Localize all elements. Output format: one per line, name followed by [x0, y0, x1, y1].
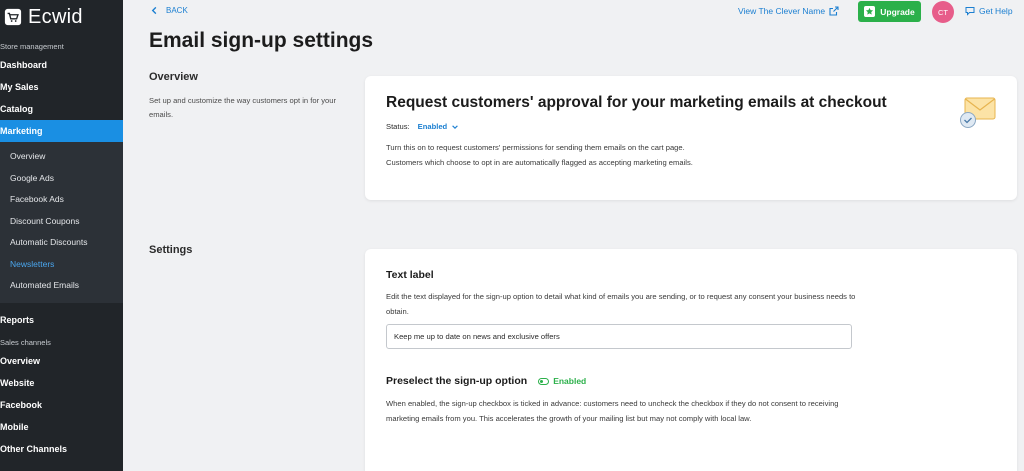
sidebar-channel-overview[interactable]: Overview	[0, 350, 123, 372]
sidebar-sub-overview[interactable]: Overview	[0, 146, 123, 168]
card-description: Turn this on to request customers' permi…	[386, 140, 693, 170]
preselect-state: Enabled	[553, 376, 587, 386]
cart-logo-icon	[4, 8, 22, 26]
preselect-description: When enabled, the sign-up checkbox is ti…	[386, 399, 839, 423]
status-label: Status:	[386, 122, 410, 131]
sidebar-sub-automated-emails[interactable]: Automated Emails	[0, 275, 123, 297]
sidebar-item-catalog[interactable]: Catalog	[0, 98, 123, 120]
sidebar: Ecwid Store management Dashboard My Sale…	[0, 0, 123, 471]
overview-card: Request customers' approval for your mar…	[365, 76, 1017, 200]
envelope-check-icon	[960, 97, 996, 128]
get-help-label: Get Help	[979, 6, 1013, 16]
settings-card: Text label Edit the text displayed for t…	[365, 249, 1017, 471]
logo[interactable]: Ecwid	[0, 0, 123, 34]
sidebar-sub-newsletters[interactable]: Newsletters	[0, 254, 123, 276]
view-store-link[interactable]: View The Clever Name	[738, 6, 839, 16]
store-management-section: Store management	[0, 42, 64, 51]
chevron-down-icon	[452, 124, 458, 129]
sidebar-channel-facebook[interactable]: Facebook	[0, 394, 123, 416]
avatar[interactable]: CT	[932, 1, 954, 23]
external-link-icon	[829, 6, 839, 16]
sidebar-item-my-sales[interactable]: My Sales	[0, 76, 123, 98]
status-value: Enabled	[417, 122, 448, 131]
sidebar-sub-facebook-ads[interactable]: Facebook Ads	[0, 189, 123, 211]
upgrade-label: Upgrade	[880, 6, 915, 17]
sidebar-item-reports[interactable]: Reports	[0, 309, 123, 331]
star-icon	[864, 6, 876, 17]
page-title: Email sign-up settings	[149, 29, 374, 52]
chat-bubble-icon	[965, 7, 975, 16]
overview-heading: Overview	[149, 71, 198, 83]
sidebar-item-marketing[interactable]: Marketing	[0, 120, 123, 142]
sales-channels-section: Sales channels	[0, 337, 51, 347]
logo-text: Ecwid	[28, 5, 83, 28]
get-help-link[interactable]: Get Help	[965, 6, 1013, 16]
upgrade-button[interactable]: Upgrade	[858, 1, 921, 22]
view-store-label: View The Clever Name	[738, 6, 826, 16]
settings-heading: Settings	[149, 244, 193, 256]
status-row: Status: Enabled	[386, 122, 459, 131]
sidebar-channel-website[interactable]: Website	[0, 372, 123, 394]
sidebar-sub-discount-coupons[interactable]: Discount Coupons	[0, 211, 123, 233]
preselect-toggle[interactable]: Enabled	[538, 376, 586, 386]
sidebar-sub-google-ads[interactable]: Google Ads	[0, 168, 123, 190]
sidebar-item-dashboard[interactable]: Dashboard	[0, 54, 123, 76]
sidebar-channel-other[interactable]: Other Channels	[0, 438, 123, 460]
card-title: Request customers' approval for your mar…	[386, 94, 887, 111]
preselect-row: Preselect the sign-up option Enabled	[386, 375, 586, 387]
marketing-subnav: Overview Google Ads Facebook Ads Discoun…	[0, 142, 123, 303]
sidebar-channel-mobile[interactable]: Mobile	[0, 416, 123, 438]
text-label-description: Edit the text displayed for the sign-up …	[386, 292, 856, 316]
text-label-input[interactable]	[386, 324, 852, 349]
card-desc-line2: Customers which choose to opt in are aut…	[386, 158, 693, 167]
card-desc-line1: Turn this on to request customers' permi…	[386, 143, 685, 152]
toggle-switch-icon	[538, 377, 550, 385]
chevron-left-icon	[151, 6, 157, 15]
sidebar-sub-automatic-discounts[interactable]: Automatic Discounts	[0, 232, 123, 254]
text-label-heading: Text label	[386, 269, 434, 281]
back-link[interactable]: BACK	[150, 6, 188, 15]
preselect-label: Preselect the sign-up option	[386, 375, 528, 387]
status-dropdown[interactable]: Enabled	[418, 122, 460, 131]
overview-description: Set up and customize the way customers o…	[149, 96, 336, 119]
back-label: BACK	[166, 6, 188, 15]
